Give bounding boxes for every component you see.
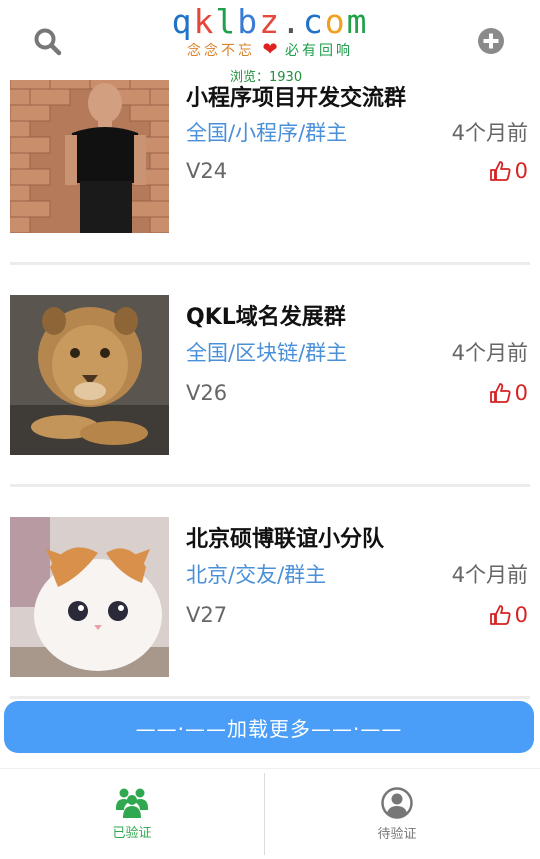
post-time: 4个月前 <box>451 341 528 365</box>
slogan-right: 必有回响 <box>285 43 353 59</box>
tab-pending[interactable]: 待验证 <box>265 769 529 859</box>
post-time: 4个月前 <box>451 121 528 145</box>
logo-letter: m <box>346 2 369 41</box>
view-count: 浏览：1930 <box>230 70 303 85</box>
group-tags[interactable]: 全国/区块链/群主 <box>186 337 347 367</box>
list-item[interactable]: 北京硕博联谊小分队 北京/交友/群主 4个月前 V27 0 <box>10 517 530 677</box>
logo-wordmark: qklbz.com <box>168 2 372 42</box>
bottom-tab-bar: 已验证 待验证 <box>0 768 540 859</box>
divider <box>10 484 530 487</box>
version-label: V26 <box>186 381 228 405</box>
group-thumbnail[interactable] <box>10 73 169 233</box>
post-time: 4个月前 <box>451 563 528 587</box>
logo-letter: l <box>215 2 238 41</box>
add-button[interactable] <box>477 27 505 55</box>
slogan-left: 念念不忘 <box>187 43 255 59</box>
plus-circle-icon <box>478 28 504 54</box>
like-count: 0 <box>514 159 528 183</box>
logo-letter: . <box>280 2 303 41</box>
search-button[interactable] <box>32 26 64 58</box>
like-button[interactable]: 0 <box>489 381 528 405</box>
group-tags[interactable]: 北京/交友/群主 <box>186 559 326 589</box>
load-more-button[interactable]: ——·——加载更多——·—— <box>4 701 534 753</box>
app-header: qklbz.com 念念不忘 ❤ 必有回响 <box>0 0 540 80</box>
divider <box>10 696 530 699</box>
group-tags[interactable]: 全国/小程序/群主 <box>186 117 347 147</box>
group-thumbnail[interactable] <box>10 295 169 455</box>
user-circle-icon <box>381 787 413 819</box>
list-item[interactable]: QKL域名发展群 全国/区块链/群主 4个月前 V26 0 <box>10 295 530 455</box>
divider <box>10 262 530 265</box>
heart-icon: ❤ <box>262 39 278 60</box>
search-icon <box>34 28 62 56</box>
group-title[interactable]: QKL域名发展群 <box>186 299 346 331</box>
thumbs-up-icon <box>489 605 511 625</box>
logo-letter: q <box>171 2 194 41</box>
list-item[interactable]: 小程序项目开发交流群 全国/小程序/群主 4个月前 V24 0 <box>10 73 530 233</box>
logo-letter: b <box>237 2 260 41</box>
group-title[interactable]: 北京硕博联谊小分队 <box>186 521 384 553</box>
like-count: 0 <box>514 381 528 405</box>
logo-letter: z <box>259 2 281 41</box>
group-users-icon <box>116 788 148 818</box>
thumbs-up-icon <box>489 383 511 403</box>
like-button[interactable]: 0 <box>489 159 528 183</box>
group-thumbnail[interactable] <box>10 517 169 677</box>
like-button[interactable]: 0 <box>489 603 528 627</box>
logo-letter: k <box>193 2 216 41</box>
tab-pending-label: 待验证 <box>377 827 417 842</box>
logo-slogan: 念念不忘 ❤ 必有回响 <box>168 40 372 61</box>
thumbs-up-icon <box>489 161 511 181</box>
tab-verified-label: 已验证 <box>112 826 152 841</box>
version-label: V24 <box>186 159 228 183</box>
like-count: 0 <box>514 603 528 627</box>
logo-letter: c <box>302 2 325 41</box>
site-logo[interactable]: qklbz.com 念念不忘 ❤ 必有回响 <box>168 2 372 61</box>
tab-verified[interactable]: 已验证 <box>0 769 264 859</box>
version-label: V27 <box>186 603 228 627</box>
logo-letter: o <box>324 2 347 41</box>
